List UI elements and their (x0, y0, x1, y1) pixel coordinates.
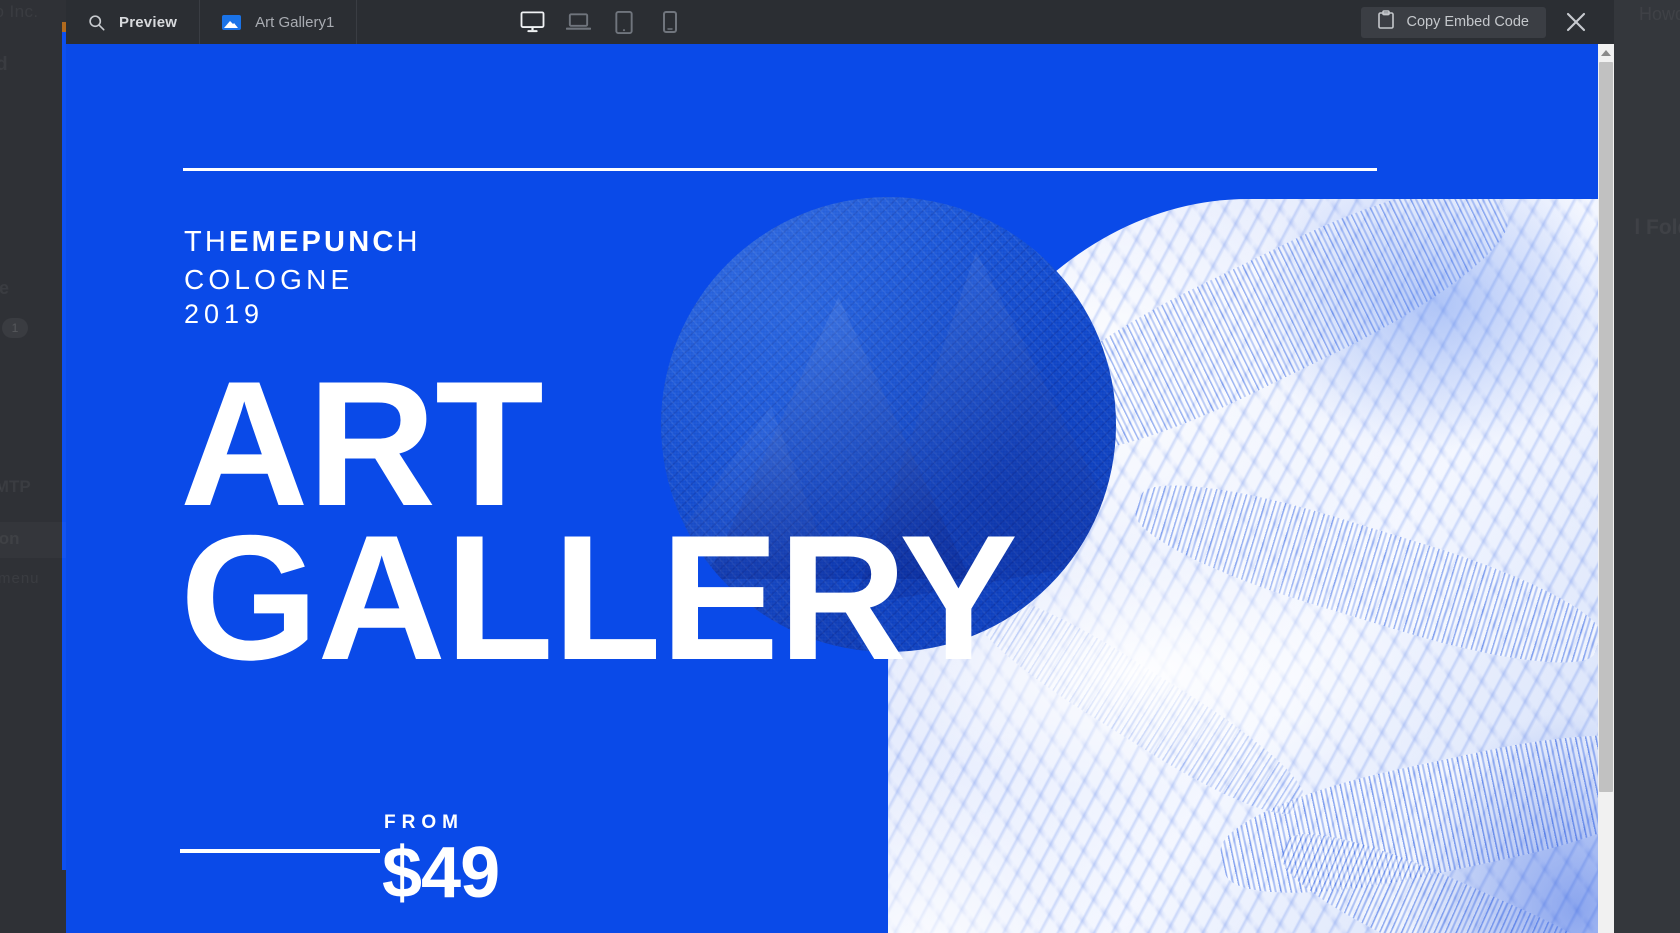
scrollbar-thumb[interactable] (1599, 62, 1613, 792)
slider-tab[interactable]: Art Gallery1 (200, 0, 356, 44)
brand-thin-part: TH (184, 226, 230, 258)
brand-logo-text: THEMEPUNCH (184, 226, 421, 259)
brush-stroke (1211, 711, 1598, 917)
brush-stroke (1269, 811, 1598, 933)
mobile-icon[interactable] (655, 0, 685, 44)
monitor-icon[interactable] (517, 0, 547, 44)
admin-right-panel (1612, 0, 1680, 933)
year-label: 2019 (184, 299, 265, 329)
preview-scrollbar[interactable] (1598, 44, 1614, 933)
laptop-icon[interactable] (563, 0, 593, 44)
from-label: FROM (384, 812, 464, 833)
preview-label: Preview (119, 13, 178, 31)
slider-name-label: Art Gallery1 (255, 13, 335, 31)
admin-slider-revolution-row (0, 522, 66, 558)
toolbar-right-group: Copy Embed Code (1361, 0, 1614, 44)
slider-preview-modal: Preview Art Gallery1 Copy Embed Code THE… (66, 0, 1614, 933)
image-icon (222, 14, 242, 30)
device-preview-group (517, 0, 685, 44)
preview-canvas: THEMEPUNCH COLOGNE 2019 ART GALLERY FROM… (66, 44, 1598, 933)
price-dash (180, 849, 380, 853)
tablet-icon[interactable] (609, 0, 639, 44)
brand-bold-part: EMEPUNC (229, 226, 397, 258)
copy-embed-code-button[interactable]: Copy Embed Code (1361, 6, 1546, 38)
brand-thin-end: H (396, 226, 421, 258)
header-rule (183, 168, 1377, 171)
admin-sidebar (0, 0, 66, 933)
city-label: COLOGNE (184, 264, 354, 295)
admin-performance-badge: 1 (2, 318, 28, 338)
copy-embed-code-label: Copy Embed Code (1406, 14, 1529, 30)
toolbar-divider-2 (356, 0, 358, 44)
slide-poster: THEMEPUNCH COLOGNE 2019 ART GALLERY FROM… (66, 44, 1598, 933)
price-label: $49 (382, 833, 500, 913)
close-icon[interactable] (1556, 0, 1596, 44)
scrollbar-up-arrow-icon[interactable] (1598, 44, 1614, 61)
brush-stroke (1125, 460, 1598, 688)
preview-title-group: Preview (66, 0, 199, 44)
search-icon[interactable] (88, 14, 105, 31)
clipboard-icon (1378, 10, 1395, 34)
preview-toolbar: Preview Art Gallery1 Copy Embed Code (66, 0, 1614, 44)
slide-title-line2: GALLERY (180, 498, 1018, 697)
